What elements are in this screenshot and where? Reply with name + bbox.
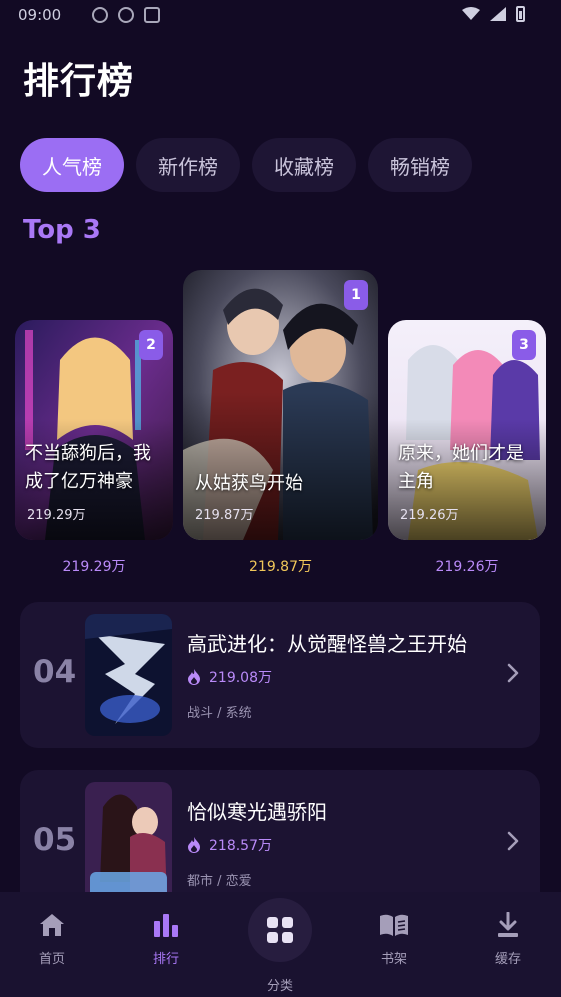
- nav-category-button[interactable]: [248, 898, 312, 962]
- bar-chart-icon: [154, 914, 178, 937]
- list-item[interactable]: 04 高武进化：从觉醒怪兽之王开始 219.08万 战斗 / 系统: [20, 602, 540, 748]
- chevron-right-icon[interactable]: [506, 830, 520, 852]
- rank-number: 04: [33, 654, 77, 690]
- rank-badge: 1: [344, 280, 368, 310]
- cover-thumbnail: [85, 782, 172, 904]
- item-heat: 218.57万: [187, 835, 272, 855]
- card-views: 219.29万: [27, 508, 86, 523]
- top3-card-rank-2[interactable]: 2 不当舔狗后，我成了亿万神豪 219.29万: [15, 320, 173, 540]
- notification-icon: [144, 7, 160, 23]
- top3-heading: Top 3: [23, 215, 101, 245]
- nav-cache[interactable]: 缓存: [478, 910, 538, 967]
- cover-thumbnail: [85, 614, 172, 736]
- notification-icon: [92, 7, 108, 23]
- nav-ranking-label: 排行: [152, 952, 179, 967]
- nav-shelf[interactable]: 书架: [364, 910, 424, 967]
- nav-home-label: 首页: [38, 952, 65, 967]
- home-icon: [40, 914, 64, 936]
- nav-category-label: 分类: [266, 979, 293, 994]
- card-views: 219.87万: [195, 508, 254, 523]
- ranking-tabs: 人气榜 新作榜 收藏榜 畅销榜: [20, 138, 472, 192]
- wifi-icon: [462, 7, 480, 20]
- chevron-right-icon[interactable]: [506, 662, 520, 684]
- top3-views-rank-3: 219.26万: [435, 559, 499, 575]
- nav-ranking[interactable]: 排行: [136, 910, 196, 967]
- item-title: 恰似寒光遇骄阳: [187, 800, 327, 824]
- nav-cache-label: 缓存: [494, 952, 521, 967]
- card-title: 不当舔狗后，我成了亿万神豪: [25, 443, 151, 492]
- grid-icon: [267, 917, 293, 943]
- item-tags: 战斗 / 系统: [187, 706, 252, 721]
- status-time: 09:00: [18, 6, 62, 24]
- tab-new[interactable]: 新作榜: [136, 138, 240, 192]
- heat-value: 219.08万: [209, 670, 272, 686]
- download-icon: [498, 912, 518, 937]
- flame-icon: [188, 837, 200, 853]
- notification-icon: [118, 7, 134, 23]
- heat-value: 218.57万: [209, 838, 272, 854]
- tab-bestseller[interactable]: 畅销榜: [368, 138, 472, 192]
- nav-home[interactable]: 首页: [22, 910, 82, 967]
- item-title: 高武进化：从觉醒怪兽之王开始: [187, 632, 467, 656]
- bottom-navigation: 首页 排行 分类 书架 缓存: [0, 892, 561, 997]
- top3-views-rank-1: 219.87万: [249, 559, 312, 575]
- battery-icon: [516, 6, 525, 22]
- status-right: [462, 6, 525, 22]
- notification-icons: [92, 7, 160, 23]
- book-icon: [380, 914, 408, 936]
- top3-views-rank-2: 219.29万: [62, 559, 126, 575]
- card-title: 原来，她们才是主角: [398, 443, 524, 492]
- item-tags: 都市 / 恋爱: [187, 874, 252, 889]
- card-views: 219.26万: [400, 508, 459, 523]
- tab-popular[interactable]: 人气榜: [20, 138, 124, 192]
- status-bar: 09:00: [0, 0, 561, 30]
- item-heat: 219.08万: [187, 667, 272, 687]
- flame-icon: [188, 669, 200, 685]
- tab-favorites[interactable]: 收藏榜: [252, 138, 356, 192]
- signal-icon: [490, 7, 506, 21]
- rank-badge: 3: [512, 330, 536, 360]
- page-title: 排行榜: [23, 61, 135, 102]
- top3-card-rank-3[interactable]: 3 原来，她们才是主角 219.26万: [388, 320, 546, 540]
- rank-number: 05: [33, 822, 77, 858]
- rank-badge: 2: [139, 330, 163, 360]
- top3-card-rank-1[interactable]: 1 从姑获鸟开始 219.87万: [183, 270, 378, 540]
- card-title: 从姑获鸟开始: [195, 473, 303, 494]
- nav-shelf-label: 书架: [380, 952, 407, 967]
